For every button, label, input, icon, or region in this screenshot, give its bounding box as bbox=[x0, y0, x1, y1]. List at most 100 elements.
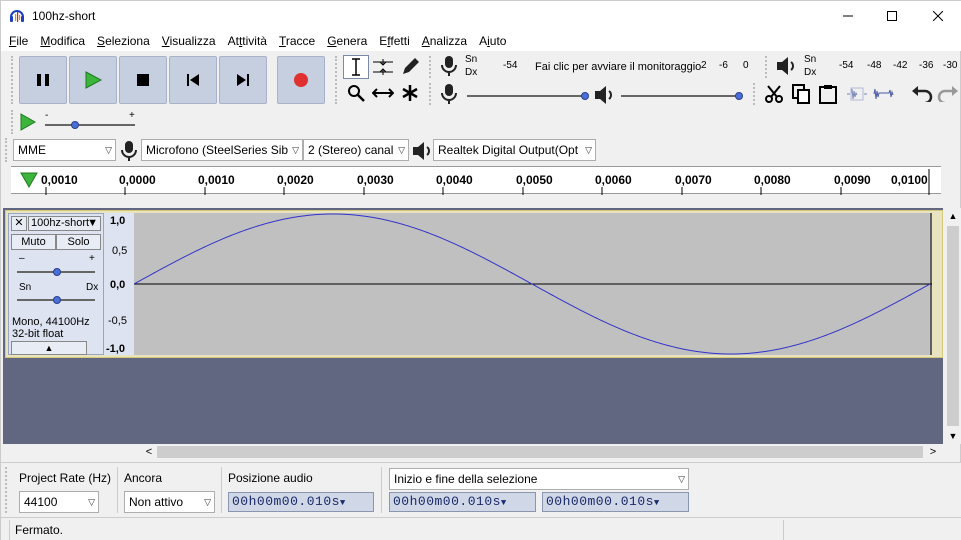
maximize-button[interactable] bbox=[869, 1, 915, 31]
play-at-speed-button[interactable] bbox=[15, 110, 41, 134]
paste-button[interactable] bbox=[815, 82, 841, 106]
output-volume-icon bbox=[595, 86, 612, 104]
skip-to-start-button[interactable] bbox=[169, 56, 217, 104]
skip-to-end-button[interactable] bbox=[219, 56, 267, 104]
recording-device-select[interactable]: Microfono (SteelSeries Sib ▽ bbox=[141, 139, 303, 161]
snap-to-select[interactable]: Non attivo ▽ bbox=[124, 491, 215, 513]
play-meter-left-label: Sn bbox=[804, 54, 817, 65]
amplitude-ruler: 1,0 0,5 0,0 -0,5 -1,0 bbox=[104, 213, 134, 355]
undo-button[interactable] bbox=[909, 82, 935, 106]
audio-host-select[interactable]: MME ▽ bbox=[13, 139, 116, 161]
play-button[interactable] bbox=[69, 56, 117, 104]
collapse-track-button[interactable]: ▲ bbox=[11, 341, 87, 355]
timeline-ruler[interactable]: 0,0010 0,0000 0,0010 0,0020 0,0030 0,004… bbox=[11, 166, 941, 195]
gain-slider[interactable] bbox=[17, 266, 97, 278]
waveform-display[interactable] bbox=[133, 213, 932, 355]
ibeam-icon bbox=[352, 58, 360, 76]
project-rate-select[interactable]: 44100 ▽ bbox=[19, 491, 99, 513]
timeline-tick-label: 0,0050 bbox=[516, 173, 553, 187]
scroll-down-arrow-icon[interactable]: ▼ bbox=[945, 428, 961, 444]
envelope-tool[interactable] bbox=[370, 55, 396, 79]
trim-audio-button[interactable] bbox=[844, 82, 870, 106]
solo-button[interactable]: Solo bbox=[56, 234, 101, 250]
silence-audio-button[interactable] bbox=[871, 82, 897, 106]
undo-icon bbox=[912, 86, 933, 102]
menu-bar: File Modifica Seleziona Visualizza Attti… bbox=[1, 31, 961, 51]
menu-tracce[interactable]: Tracce bbox=[273, 31, 321, 51]
audio-position-label: Posizione audio bbox=[228, 471, 313, 485]
redo-button[interactable] bbox=[935, 82, 961, 106]
clipboard-icon bbox=[819, 85, 837, 104]
selection-tool[interactable] bbox=[343, 55, 369, 79]
copy-button[interactable] bbox=[788, 82, 814, 106]
zoom-tool[interactable] bbox=[343, 81, 369, 105]
play-meter[interactable]: -54 -48 -42 -36 -30 bbox=[821, 56, 961, 78]
scroll-left-arrow-icon[interactable]: < bbox=[141, 444, 157, 460]
stop-button[interactable] bbox=[119, 56, 167, 104]
scroll-up-arrow-icon[interactable]: ▲ bbox=[945, 208, 961, 224]
record-meter[interactable]: -54 Fai clic per avviare il monitoraggio… bbox=[481, 56, 751, 78]
menu-visualizza[interactable]: Visualizza bbox=[156, 31, 222, 51]
selection-start-time[interactable]: 00h00m00.010s▼ bbox=[389, 492, 536, 512]
menu-aiuto[interactable]: Aiuto bbox=[473, 31, 512, 51]
track-close-button[interactable]: ✕ bbox=[11, 216, 27, 231]
trim-icon bbox=[847, 87, 867, 101]
silence-icon bbox=[873, 88, 894, 100]
output-volume-thumb[interactable] bbox=[735, 92, 743, 100]
snap-to-label: Ancora bbox=[124, 471, 163, 485]
record-icon bbox=[294, 73, 308, 87]
track-bitdepth-info: 32-bit float bbox=[12, 328, 64, 340]
timeline-tick-label: 0,0060 bbox=[595, 173, 632, 187]
multi-tool[interactable] bbox=[397, 81, 423, 105]
timeline-tick-label: 0,0030 bbox=[357, 173, 394, 187]
mute-button[interactable]: Muto bbox=[11, 234, 56, 250]
play-icon bbox=[85, 71, 102, 89]
timeline-tick-label: 0,0090 bbox=[834, 173, 871, 187]
timeline-tick-label: 0,0010 bbox=[41, 173, 78, 187]
horizontal-scroll-thumb[interactable] bbox=[157, 446, 923, 458]
draw-tool[interactable] bbox=[397, 55, 423, 79]
input-volume-thumb[interactable] bbox=[581, 92, 589, 100]
menu-analizza[interactable]: Analizza bbox=[416, 31, 473, 51]
audio-track[interactable]: ✕ 100hz-short ▼ Muto Solo – + Sn Dx Mono… bbox=[5, 210, 943, 358]
output-device-speaker-icon bbox=[413, 142, 430, 160]
cut-button[interactable] bbox=[761, 82, 787, 106]
gain-thumb[interactable] bbox=[53, 268, 61, 276]
horizontal-scrollbar[interactable]: < > bbox=[141, 444, 941, 460]
track-panel: ✕ 100hz-short ▼ Muto Solo – + Sn Dx Mono… bbox=[3, 208, 943, 444]
selection-toolbar: Project Rate (Hz) 44100 ▽ Ancora Non atti… bbox=[1, 462, 961, 517]
menu-seleziona[interactable]: Seleziona bbox=[91, 31, 156, 51]
recording-channels-select[interactable]: 2 (Stereo) canal ▽ bbox=[303, 139, 409, 161]
pause-button[interactable] bbox=[19, 56, 67, 104]
menu-attivita[interactable]: Atttività bbox=[222, 31, 273, 51]
output-volume-slider[interactable] bbox=[621, 90, 745, 104]
menu-effetti[interactable]: Effetti bbox=[373, 31, 415, 51]
close-window-button[interactable] bbox=[915, 1, 961, 31]
pan-thumb[interactable] bbox=[53, 296, 61, 304]
menu-genera[interactable]: Genera bbox=[321, 31, 373, 51]
input-volume-slider[interactable] bbox=[467, 90, 591, 104]
record-button[interactable] bbox=[277, 56, 325, 104]
vertical-scroll-thumb[interactable] bbox=[947, 226, 959, 426]
audio-position-time[interactable]: 00h00m00.010s▼ bbox=[228, 492, 374, 512]
playback-speed-slider[interactable]: - + bbox=[43, 110, 139, 134]
scroll-right-arrow-icon[interactable]: > bbox=[925, 444, 941, 460]
playback-device-select[interactable]: Realtek Digital Output(Opt ▽ bbox=[433, 139, 596, 161]
selection-end-time[interactable]: 00h00m00.010s▼ bbox=[542, 492, 689, 512]
timeline-tick-label: 0,0020 bbox=[277, 173, 314, 187]
menu-file[interactable]: File bbox=[3, 31, 34, 51]
timeline-tick-label: 0,0040 bbox=[436, 173, 473, 187]
menu-modifica[interactable]: Modifica bbox=[34, 31, 91, 51]
speaker-meter-icon bbox=[777, 57, 794, 75]
pan-slider[interactable] bbox=[17, 294, 97, 306]
record-meter-left-label: Sn bbox=[465, 54, 478, 65]
selection-mode-select[interactable]: Inizio e fine della selezione ▽ bbox=[389, 468, 689, 490]
minimize-button[interactable] bbox=[825, 1, 871, 31]
vertical-scrollbar[interactable]: ▲ ▼ bbox=[945, 208, 961, 444]
envelope-icon bbox=[373, 59, 393, 75]
status-bar: Fermato. bbox=[1, 517, 961, 540]
playback-speed-thumb[interactable] bbox=[71, 121, 79, 129]
time-shift-tool[interactable] bbox=[370, 81, 396, 105]
track-name-menu[interactable]: 100hz-short ▼ bbox=[28, 216, 101, 231]
timeline-tick-label: 0,0000 bbox=[119, 173, 156, 187]
